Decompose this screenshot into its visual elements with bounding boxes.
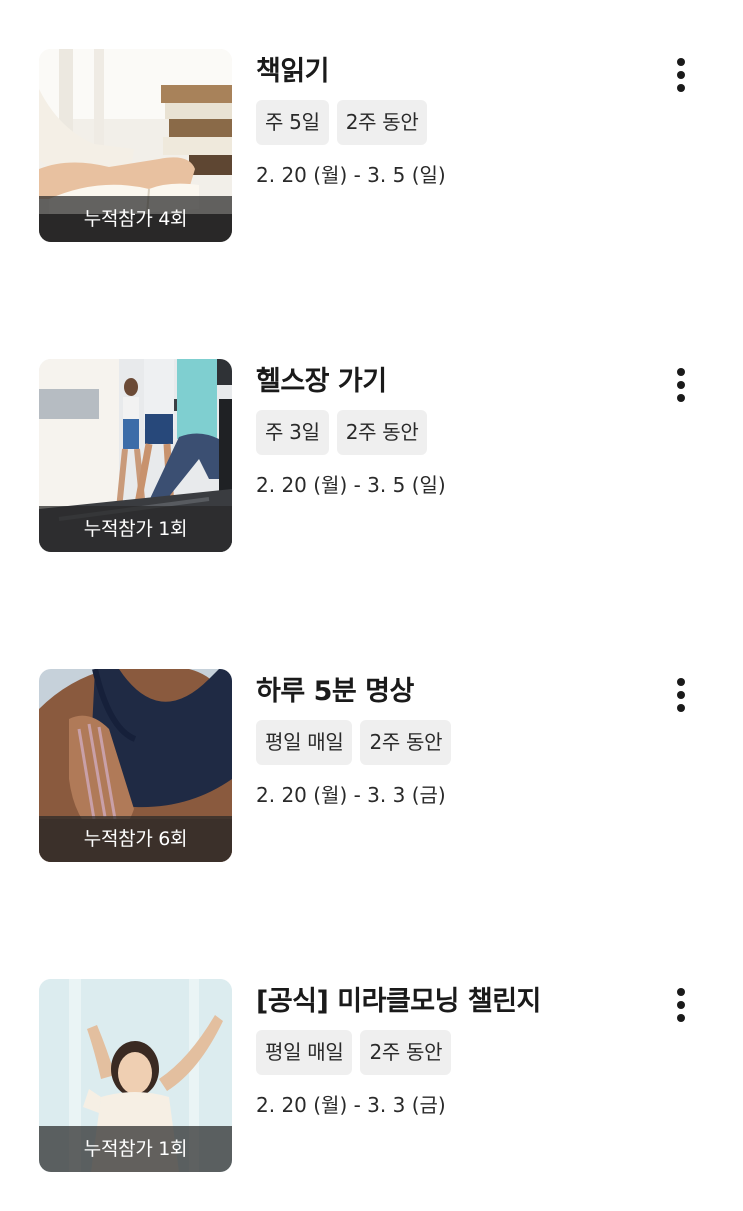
participation-count: 누적참가 1회 xyxy=(39,1126,232,1172)
challenge-title[interactable]: 책읽기 xyxy=(256,55,656,89)
frequency-tag: 주 3일 xyxy=(256,410,329,455)
more-vertical-icon xyxy=(677,988,685,996)
duration-tag: 2주 동안 xyxy=(360,720,452,765)
challenge-dates: 2. 20 (월) - 3. 3 (금) xyxy=(256,1093,446,1117)
frequency-tag: 주 5일 xyxy=(256,100,329,145)
more-vertical-icon-dot xyxy=(677,71,685,79)
challenge-card[interactable]: 누적참가 1회 헬스장 가기 주 3일 2주 동안 2. 20 (월) - 3.… xyxy=(0,359,743,559)
more-vertical-icon-dot xyxy=(677,691,685,699)
challenge-info: [공식] 미라클모닝 챌린지 평일 매일 2주 동안 2. 20 (월) - 3… xyxy=(256,979,656,1118)
participation-count: 누적참가 1회 xyxy=(39,506,232,552)
challenge-tags: 주 5일 2주 동안 xyxy=(256,100,656,145)
challenge-tags: 평일 매일 2주 동안 xyxy=(256,720,656,765)
more-vertical-icon-dot xyxy=(677,704,685,712)
challenge-dates: 2. 20 (월) - 3. 3 (금) xyxy=(256,783,446,807)
challenge-card[interactable]: 누적참가 6회 하루 5분 명상 평일 매일 2주 동안 2. 20 (월) -… xyxy=(0,669,743,869)
duration-tag: 2주 동안 xyxy=(336,410,428,455)
duration-tag: 2주 동안 xyxy=(360,1030,452,1075)
more-vertical-icon-dot xyxy=(677,394,685,402)
challenge-info: 헬스장 가기 주 3일 2주 동안 2. 20 (월) - 3. 5 (일) xyxy=(256,359,656,498)
participation-count: 누적참가 6회 xyxy=(39,816,232,862)
challenge-thumbnail[interactable]: 누적참가 6회 xyxy=(39,669,232,862)
more-vertical-icon xyxy=(677,58,685,66)
duration-tag: 2주 동안 xyxy=(336,100,428,145)
more-vertical-icon-dot xyxy=(677,84,685,92)
challenge-card[interactable]: 누적참가 4회 책읽기 주 5일 2주 동안 2. 20 (월) - 3. 5 … xyxy=(0,49,743,249)
challenge-thumbnail[interactable]: 누적참가 1회 xyxy=(39,359,232,552)
challenge-thumbnail[interactable]: 누적참가 1회 xyxy=(39,979,232,1172)
challenge-tags: 평일 매일 2주 동안 xyxy=(256,1030,656,1075)
more-options-button[interactable] xyxy=(664,53,698,97)
more-options-button[interactable] xyxy=(664,673,698,717)
more-options-button[interactable] xyxy=(664,363,698,407)
challenge-info: 하루 5분 명상 평일 매일 2주 동안 2. 20 (월) - 3. 3 (금… xyxy=(256,669,656,808)
frequency-tag: 평일 매일 xyxy=(256,1030,353,1075)
challenge-info: 책읽기 주 5일 2주 동안 2. 20 (월) - 3. 5 (일) xyxy=(256,49,656,188)
challenge-title[interactable]: [공식] 미라클모닝 챌린지 xyxy=(256,985,656,1019)
more-vertical-icon-dot xyxy=(677,381,685,389)
challenge-dates: 2. 20 (월) - 3. 5 (일) xyxy=(256,163,446,187)
challenge-title[interactable]: 헬스장 가기 xyxy=(256,365,656,399)
challenge-title[interactable]: 하루 5분 명상 xyxy=(256,675,656,709)
participation-count: 누적참가 4회 xyxy=(39,196,232,242)
more-vertical-icon xyxy=(677,368,685,376)
more-vertical-icon xyxy=(677,678,685,686)
challenge-card[interactable]: 누적참가 1회 [공식] 미라클모닝 챌린지 평일 매일 2주 동안 2. 20… xyxy=(0,979,743,1179)
more-vertical-icon-dot xyxy=(677,1001,685,1009)
frequency-tag: 평일 매일 xyxy=(256,720,353,765)
challenge-thumbnail[interactable]: 누적참가 4회 xyxy=(39,49,232,242)
challenge-list: 누적참가 4회 책읽기 주 5일 2주 동안 2. 20 (월) - 3. 5 … xyxy=(0,0,743,1211)
more-vertical-icon-dot xyxy=(677,1014,685,1022)
challenge-dates: 2. 20 (월) - 3. 5 (일) xyxy=(256,473,446,497)
more-options-button[interactable] xyxy=(664,983,698,1027)
challenge-tags: 주 3일 2주 동안 xyxy=(256,410,656,455)
